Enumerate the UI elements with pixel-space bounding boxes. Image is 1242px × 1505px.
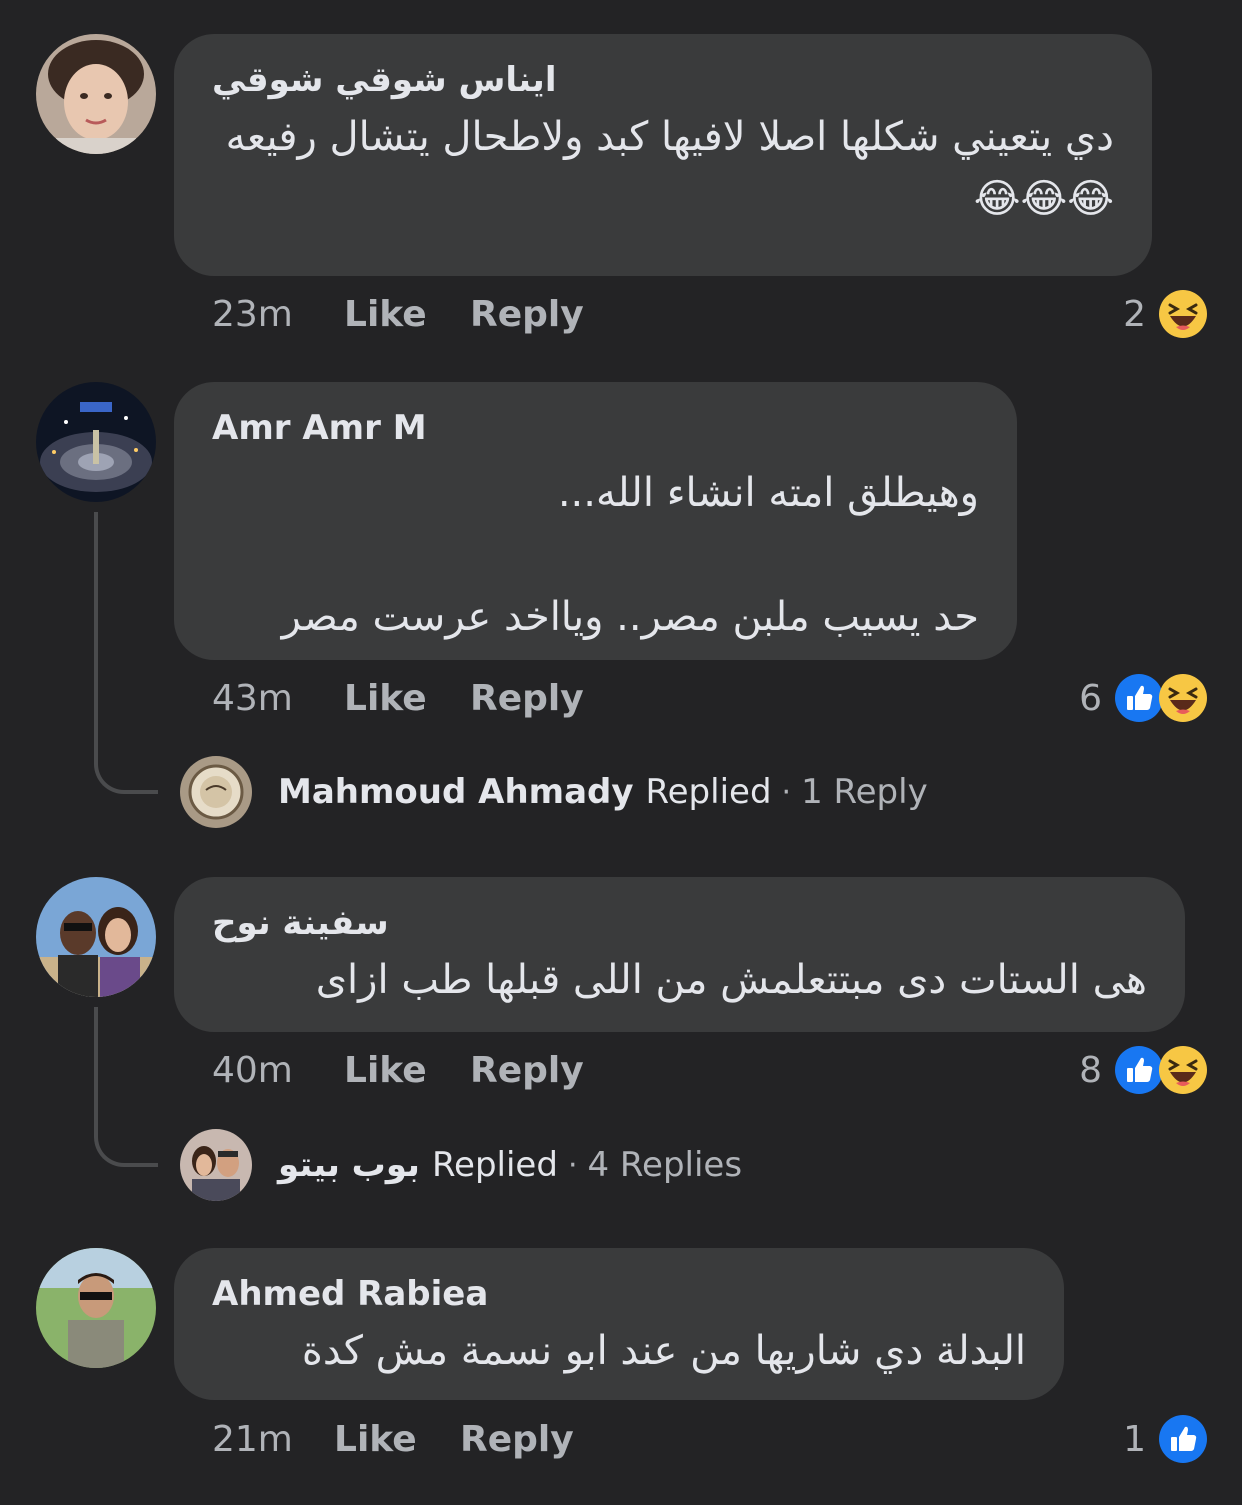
like-button[interactable]: Like: [344, 1049, 470, 1093]
avatar: [180, 1129, 252, 1201]
thread-connector: [94, 1007, 158, 1167]
comment-actions: 23m Like Reply: [212, 293, 584, 337]
comment-actions: 21m Like Reply: [212, 1418, 574, 1462]
comment-text: وهيطلق امته انشاء الله... حد يسيب ملبن م…: [281, 470, 979, 640]
haha-icon: [1159, 674, 1207, 722]
avatar[interactable]: [36, 34, 156, 154]
comment-text: دي يتعيني شكلها اصلا لافيها كبد ولاطحال …: [225, 114, 1114, 222]
avatar[interactable]: [36, 877, 156, 997]
comment-author[interactable]: سفينة نوح: [212, 903, 1147, 943]
comment-author[interactable]: ايناس شوقي شوقي: [212, 60, 1114, 100]
like-button[interactable]: Like: [334, 1418, 460, 1462]
reaction-count: 6: [1079, 677, 1102, 719]
reply-button[interactable]: Reply: [470, 677, 584, 721]
comment-time[interactable]: 23m: [212, 293, 344, 337]
reactions-summary[interactable]: 6: [1079, 672, 1208, 724]
reaction-count: 8: [1079, 1049, 1102, 1091]
reply-count: 4 Replies: [587, 1145, 743, 1185]
comment-text: هى الستات دى مبتتعلمش من اللى قبلها طب ا…: [315, 957, 1147, 1003]
avatar[interactable]: [36, 1248, 156, 1368]
reactions-summary[interactable]: 2: [1123, 288, 1208, 340]
like-icon: [1115, 674, 1163, 722]
comment-actions: 40m Like Reply: [212, 1049, 584, 1093]
replied-label: Replied: [645, 772, 772, 812]
comment-bubble: Ahmed Rabiea البدلة دي شاريها من عند ابو…: [174, 1248, 1064, 1400]
replies-link[interactable]: بوب بيتو Replied · 4 Replies: [180, 1129, 742, 1201]
comment-author[interactable]: Amr Amr M: [212, 408, 979, 448]
reactions-summary[interactable]: 1: [1123, 1413, 1208, 1465]
reaction-count: 1: [1123, 1418, 1146, 1460]
like-button[interactable]: Like: [344, 677, 470, 721]
reply-button[interactable]: Reply: [470, 293, 584, 337]
reply-count: 1 Reply: [801, 772, 928, 812]
like-icon: [1159, 1415, 1207, 1463]
comment-time[interactable]: 21m: [212, 1418, 334, 1462]
replies-link[interactable]: Mahmoud Ahmady Replied · 1 Reply: [180, 756, 928, 828]
replier-name: Mahmoud Ahmady: [278, 772, 634, 812]
like-button[interactable]: Like: [344, 293, 470, 337]
comment-text: البدلة دي شاريها من عند ابو نسمة مش كدة: [301, 1328, 1026, 1374]
separator-dot: ·: [781, 774, 792, 810]
comment-author[interactable]: Ahmed Rabiea: [212, 1274, 1026, 1314]
separator-dot: ·: [567, 1147, 578, 1183]
thread-connector: [94, 512, 158, 794]
comment-bubble: ايناس شوقي شوقي دي يتعيني شكلها اصلا لاف…: [174, 34, 1152, 276]
comment-time[interactable]: 43m: [212, 677, 344, 721]
reply-button[interactable]: Reply: [460, 1418, 574, 1462]
avatar: [180, 756, 252, 828]
replied-label: Replied: [431, 1145, 558, 1185]
reactions-summary[interactable]: 8: [1079, 1044, 1208, 1096]
like-icon: [1115, 1046, 1163, 1094]
reaction-count: 2: [1123, 293, 1146, 335]
replier-name: بوب بيتو: [278, 1145, 420, 1185]
comment-actions: 43m Like Reply: [212, 677, 584, 721]
comment-bubble: سفينة نوح هى الستات دى مبتتعلمش من اللى …: [174, 877, 1185, 1032]
comment-time[interactable]: 40m: [212, 1049, 344, 1093]
avatar[interactable]: [36, 382, 156, 502]
comment-bubble: Amr Amr M وهيطلق امته انشاء الله... حد ي…: [174, 382, 1017, 660]
haha-icon: [1159, 290, 1207, 338]
reply-button[interactable]: Reply: [470, 1049, 584, 1093]
haha-icon: [1159, 1046, 1207, 1094]
